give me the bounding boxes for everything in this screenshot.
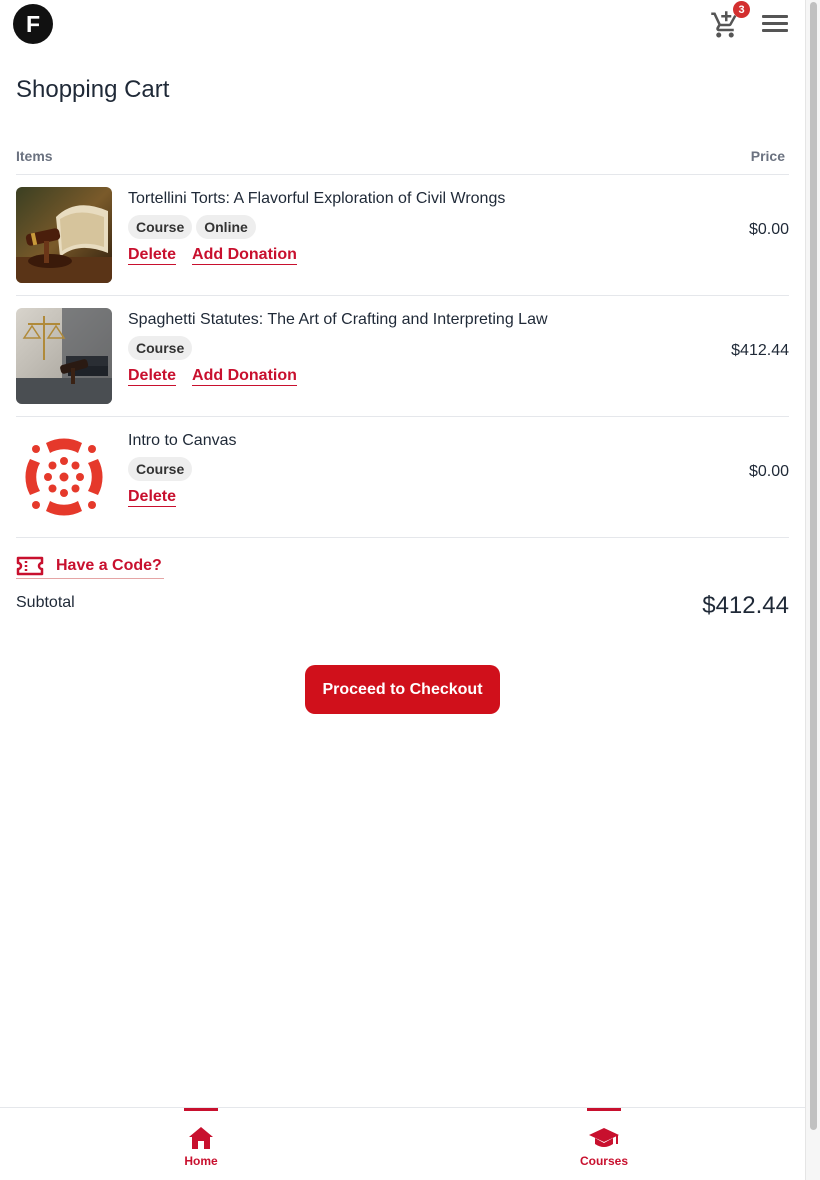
cart-item-actions: Delete Add Donation <box>128 366 297 386</box>
tag-course: Course <box>128 336 193 360</box>
cart-table-header: Items Price <box>16 147 789 175</box>
cart-button[interactable]: 3 <box>709 1 750 40</box>
nav-courses[interactable]: Courses <box>570 1108 638 1180</box>
scrollbar[interactable] <box>805 0 820 1180</box>
ticket-icon <box>16 556 44 575</box>
add-donation-button[interactable]: Add Donation <box>192 245 297 265</box>
delete-button[interactable]: Delete <box>128 487 177 507</box>
add-donation-button[interactable]: Add Donation <box>192 366 297 386</box>
cart-item-actions: Delete <box>128 487 177 507</box>
cart-item-price: $0.00 <box>748 463 789 480</box>
subtotal-value: $412.44 <box>702 592 789 619</box>
cart-item-actions: Delete Add Donation <box>128 245 297 265</box>
cart-item-row: Tortellini Torts: A Flavorful Exploratio… <box>16 175 789 296</box>
nav-home-label: Home <box>184 1154 218 1168</box>
cart-item-row: Spaghetti Statutes: The Art of Crafting … <box>16 296 789 417</box>
delete-button[interactable]: Delete <box>128 245 177 265</box>
cart-count-badge: 3 <box>733 1 750 18</box>
home-icon <box>189 1127 213 1149</box>
tag-course: Course <box>128 457 193 481</box>
hamburger-menu-icon[interactable] <box>762 12 788 34</box>
tag-course: Course <box>128 215 193 239</box>
page-title: Shopping Cart <box>16 76 170 103</box>
scrollbar-thumb[interactable] <box>810 2 817 1130</box>
cart-item-price: $0.00 <box>748 221 789 238</box>
nav-home[interactable]: Home <box>167 1108 235 1180</box>
canvas-logo[interactable] <box>16 429 112 525</box>
gavel-and-book-image[interactable] <box>16 187 112 283</box>
nav-courses-label: Courses <box>579 1154 629 1168</box>
cart-item-price: $412.44 <box>731 342 789 359</box>
cart-item-tags: Course <box>128 457 193 481</box>
nav-home-indicator <box>184 1108 218 1111</box>
cart-item-row: Intro to Canvas Course Delete $0.00 <box>16 417 789 538</box>
cart-item-title[interactable]: Intro to Canvas <box>128 432 237 450</box>
site-logo[interactable]: F <box>13 4 53 44</box>
cart-item-tags: Course <box>128 336 193 360</box>
delete-button[interactable]: Delete <box>128 366 177 386</box>
cart-item-title[interactable]: Tortellini Torts: A Flavorful Exploratio… <box>128 190 505 208</box>
cart-item-tags: Course Online <box>128 215 256 239</box>
price-column-header: Price <box>750 148 785 164</box>
cart-item-title[interactable]: Spaghetti Statutes: The Art of Crafting … <box>128 311 548 329</box>
subtotal-label: Subtotal <box>16 594 75 611</box>
nav-courses-indicator <box>587 1108 621 1111</box>
graduation-cap-icon <box>589 1128 619 1147</box>
items-column-header: Items <box>16 148 53 164</box>
top-bar: F 3 <box>0 0 805 48</box>
bottom-navigation: Home Courses <box>0 1107 805 1180</box>
have-a-code-label: Have a Code? <box>56 556 162 574</box>
scales-of-justice-image[interactable] <box>16 308 112 404</box>
tag-online: Online <box>196 215 256 239</box>
have-a-code-link[interactable]: Have a Code? <box>16 553 164 579</box>
proceed-to-checkout-button[interactable]: Proceed to Checkout <box>305 665 500 714</box>
